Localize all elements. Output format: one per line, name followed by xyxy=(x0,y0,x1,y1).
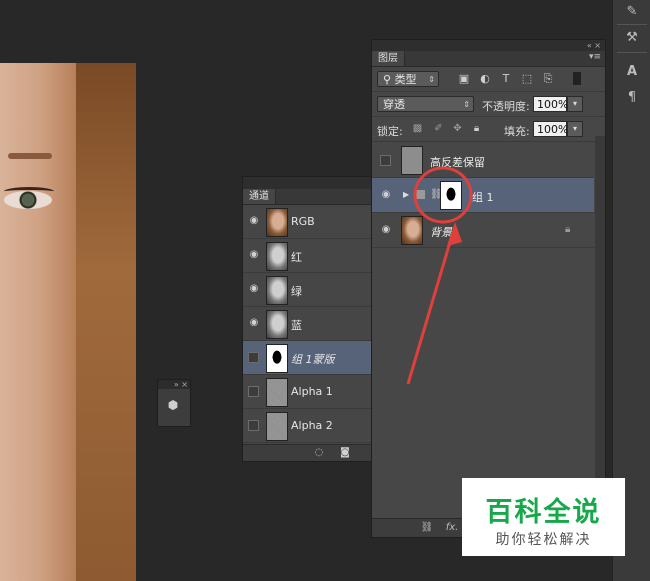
annotation-arrow-shaft xyxy=(406,231,455,385)
watermark-subtitle: 助你轻松解决 xyxy=(495,532,592,548)
highlight-circle xyxy=(413,166,473,224)
watermark-logo: 百科全说 助你轻松解决 xyxy=(462,478,625,556)
watermark-title: 百科全说 xyxy=(485,497,602,528)
annotation-arrowhead xyxy=(447,222,462,246)
